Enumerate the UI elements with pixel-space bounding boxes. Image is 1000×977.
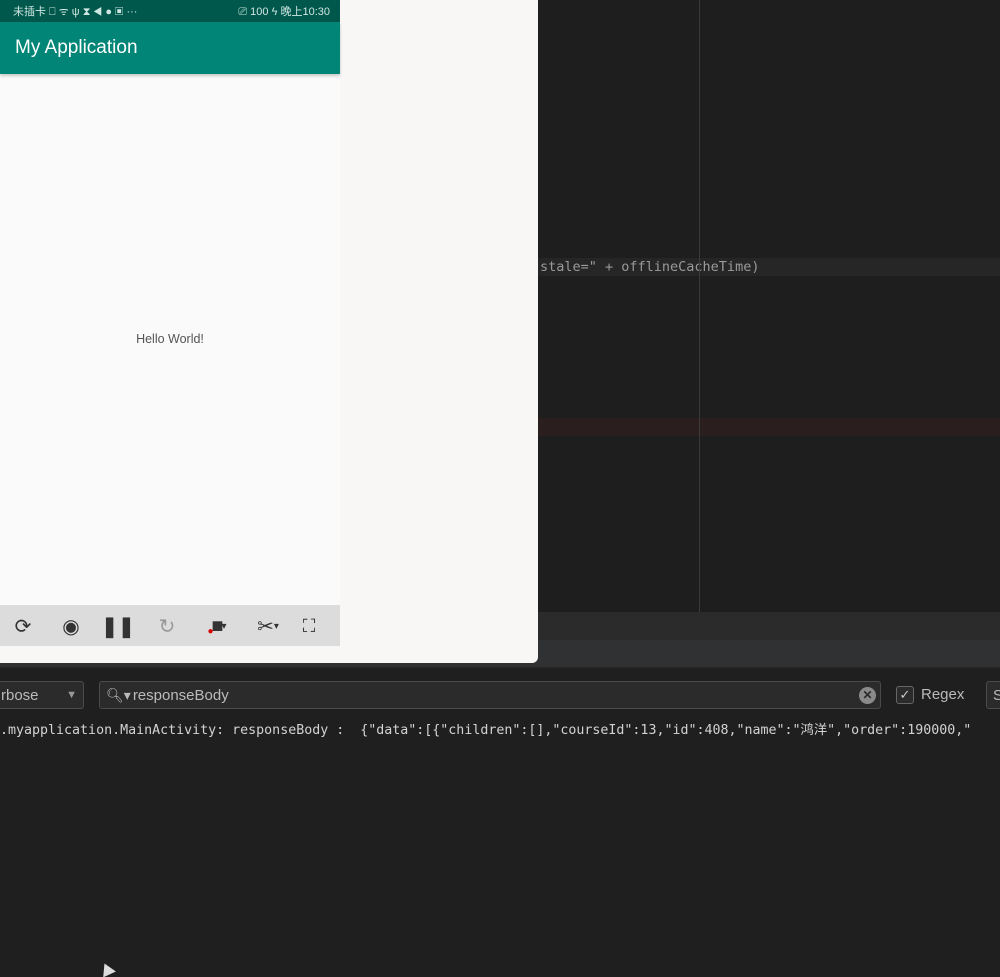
status-left: 未插卡 ⎕ ᯤ ψ ⧗ ◀ ● ▣ ···	[13, 6, 138, 18]
chevron-down-icon: ▼	[66, 689, 77, 701]
screenshot-sd-icon[interactable]: ◉	[58, 613, 84, 639]
refresh-icon[interactable]: ↻	[154, 613, 180, 639]
phone-screen[interactable]: 未插卡 ⎕ ᯤ ψ ⧗ ◀ ● ▣ ··· ⎚ 100 ϟ 晚上10:30 My…	[0, 0, 340, 605]
code-line: stale=" + offlineCacheTime)	[540, 259, 760, 275]
search-value: responseBody	[132, 686, 229, 704]
log-line[interactable]: .myapplication.MainActivity: responseBod…	[0, 719, 971, 738]
error-line-highlight	[538, 418, 1000, 436]
status-right: ⎚ 100 ϟ 晚上10:30	[238, 6, 330, 18]
log-level-dropdown[interactable]: rbose ▼	[0, 681, 84, 709]
rotate-icon[interactable]: ⟳	[10, 613, 36, 639]
regex-checkbox[interactable]: ✓	[896, 686, 914, 704]
right-margin-guide	[699, 0, 700, 612]
filter-config-value: S	[993, 686, 1000, 704]
clear-icon[interactable]: ✕	[859, 686, 876, 704]
regex-label: Regex	[921, 686, 965, 703]
pause-icon[interactable]: ❚❚	[101, 613, 135, 639]
fullscreen-icon[interactable]: ⛶	[296, 613, 322, 639]
emulator-window: 未插卡 ⎕ ᯤ ψ ⧗ ◀ ● ▣ ··· ⎚ 100 ϟ 晚上10:30 My…	[0, 0, 538, 663]
record-icon[interactable]: ■ ● ▾	[200, 613, 238, 639]
log-level-value: rbose	[1, 686, 39, 704]
app-bar: My Application	[0, 22, 340, 74]
status-bar: 未插卡 ⎕ ᯤ ψ ⧗ ◀ ● ▣ ··· ⎚ 100 ϟ 晚上10:30	[0, 0, 340, 22]
filter-config-dropdown[interactable]: S	[986, 681, 1000, 709]
hello-text: Hello World!	[136, 332, 204, 346]
app-title: My Application	[15, 37, 138, 58]
emulator-toolbar: ⟳ ◉ ❚❚ ↻ ■ ● ▾ ✂ ▾ ⛶	[0, 605, 340, 646]
cut-icon[interactable]: ✂ ▾	[250, 613, 286, 639]
search-icon: 🔍︎▾	[106, 686, 131, 703]
search-input[interactable]: 🔍︎▾ responseBody ✕	[99, 681, 881, 709]
